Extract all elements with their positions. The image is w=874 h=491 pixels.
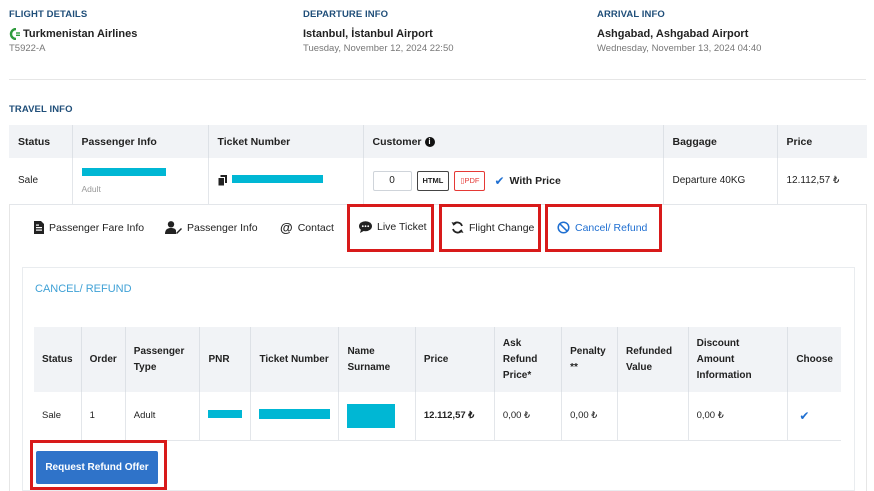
customer-count-input[interactable]: 0 — [372, 170, 412, 191]
col-price: Price — [777, 125, 867, 158]
customer-header-label: Customer — [372, 135, 422, 148]
tab-label: Passenger Info — [187, 221, 258, 234]
col-status: Status — [9, 125, 73, 158]
highlight-flight-change — [439, 204, 541, 252]
row-price: 12.112,57 ₺ — [415, 392, 495, 441]
tab-passenger-fare-info[interactable]: Passenger Fare Info — [34, 221, 144, 234]
row-status: Sale — [34, 392, 82, 441]
tab-label: Contact — [297, 221, 334, 234]
redacted-pnr — [208, 410, 243, 419]
col-pnr: PNR — [199, 327, 252, 392]
row-ask-refund-price: 0,00 ₺ — [494, 392, 563, 441]
flight-details: FLIGHT DETAILS Turkmenistan Airlines T59… — [9, 9, 137, 54]
tab-contact[interactable]: @ Contact — [280, 221, 334, 234]
pdf-button[interactable]: ▯PDF — [454, 170, 486, 191]
choose-checkbox[interactable]: ✔ — [799, 409, 809, 423]
col-name-surname: Name Surname — [338, 327, 416, 392]
tab-passenger-info[interactable]: Passenger Info — [165, 221, 258, 234]
departure-info-label: DEPARTURE INFO — [303, 9, 389, 20]
col-choose: Choose — [787, 327, 841, 392]
cancel-refund-title: CANCEL/ REFUND — [35, 283, 132, 295]
highlight-cancel-refund — [545, 204, 662, 252]
table-row: Sale 1 Adult 12.112,57 ₺ 0,00 ₺ 0,00 ₺ 0… — [34, 392, 841, 441]
row-name-surname — [338, 392, 416, 441]
redacted-ticket-number — [259, 409, 331, 420]
col-price: Price — [415, 327, 495, 392]
col-penalty: Penalty ** — [561, 327, 618, 392]
arrival-datetime: Wednesday, November 13, 2024 04:40 — [597, 43, 762, 54]
redacted-passenger-name — [81, 167, 166, 176]
pdf-label: PDF — [464, 175, 480, 185]
row-passenger-info: Adult — [72, 158, 209, 205]
airline-name: Turkmenistan Airlines — [23, 28, 138, 40]
departure-datetime: Tuesday, November 12, 2024 22:50 — [303, 43, 454, 54]
departure-info: DEPARTURE INFO Istanbul, İstanbul Airpor… — [303, 9, 454, 54]
row-pnr — [199, 392, 252, 441]
refund-table: Status Order Passenger Type PNR Ticket N… — [34, 327, 841, 441]
col-baggage: Baggage — [663, 125, 778, 158]
arrival-info-label: ARRIVAL INFO — [597, 9, 665, 20]
travel-info-table: Status Passenger Info Ticket Number Cust… — [9, 125, 867, 205]
col-discount-amount: Discount Amount Information — [688, 327, 789, 392]
receipt-icon — [34, 221, 44, 234]
passenger-type: Adult — [81, 183, 101, 194]
highlight-live-ticket — [347, 204, 434, 252]
col-status: Status — [34, 327, 82, 392]
flight-number: T5922-A — [9, 43, 46, 54]
arrival-airport: Ashgabad, Ashgabad Airport — [597, 28, 749, 40]
col-order: Order — [81, 327, 126, 392]
departure-airport: Istanbul, İstanbul Airport — [303, 28, 433, 40]
travel-table-header: Status Passenger Info Ticket Number Cust… — [9, 125, 867, 158]
row-baggage: Departure 40KG — [663, 158, 778, 205]
row-refunded-value — [617, 392, 689, 441]
col-ticket-number: Ticket Number — [250, 327, 340, 392]
table-row: Sale Adult 0 HTML ▯PDF ✔ With Price Depa… — [9, 158, 867, 205]
row-penalty: 0,00 ₺ — [561, 392, 618, 441]
col-passenger-type: Passenger Type — [125, 327, 201, 392]
html-button[interactable]: HTML — [416, 170, 450, 191]
header-divider — [9, 79, 866, 80]
row-order: 1 — [81, 392, 126, 441]
highlight-request-refund-button — [30, 440, 167, 490]
row-ticket-number — [208, 158, 364, 205]
copy-icon[interactable] — [217, 174, 227, 186]
col-ticket-number: Ticket Number — [208, 125, 364, 158]
row-ticket-number — [250, 392, 340, 441]
row-passenger-type: Adult — [125, 392, 201, 441]
col-refunded-value: Refunded Value — [617, 327, 689, 392]
tab-label: Passenger Fare Info — [49, 221, 145, 234]
info-icon[interactable]: i — [424, 136, 435, 147]
col-customer: Customer i — [363, 125, 664, 158]
airline-logo-icon — [9, 28, 20, 40]
col-passenger-info: Passenger Info — [72, 125, 209, 158]
travel-info-label: TRAVEL INFO — [9, 104, 73, 115]
flight-details-label: FLIGHT DETAILS — [9, 9, 88, 20]
arrival-info: ARRIVAL INFO Ashgabad, Ashgabad Airport … — [597, 9, 761, 54]
row-price: 12.112,57 ₺ — [777, 158, 867, 205]
with-price-checkbox[interactable]: ✔ — [494, 174, 504, 188]
at-icon: @ — [280, 220, 293, 235]
redacted-name-surname — [347, 403, 396, 428]
redacted-ticket-number — [232, 174, 324, 183]
col-ask-refund-price: Ask Refund Price* — [494, 327, 563, 392]
user-edit-icon — [165, 221, 182, 234]
row-status: Sale — [9, 158, 73, 205]
row-customer: 0 HTML ▯PDF ✔ With Price — [363, 158, 664, 205]
row-discount-amount: 0,00 ₺ — [688, 392, 789, 441]
row-choose: ✔ — [787, 392, 841, 441]
refund-table-header: Status Order Passenger Type PNR Ticket N… — [34, 327, 841, 392]
with-price-label: With Price — [509, 174, 561, 187]
